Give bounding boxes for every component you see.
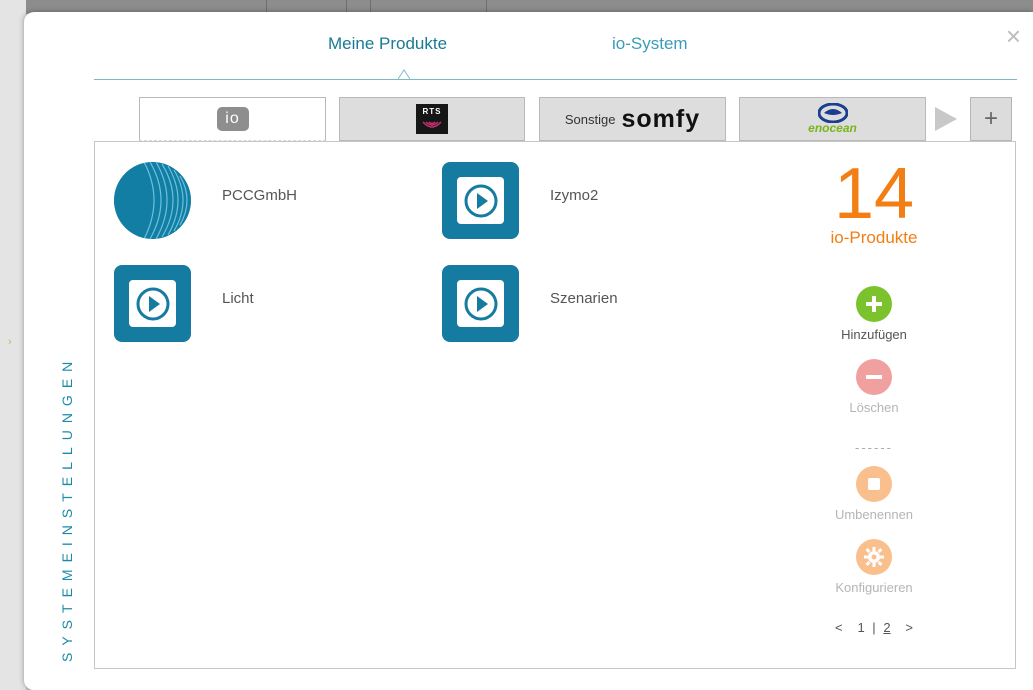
product-item-pccgmbh[interactable]: PCCGmbH (114, 162, 414, 239)
tab-io-system[interactable]: io-System (612, 34, 688, 54)
io-logo-icon: io (216, 107, 249, 131)
stop-circle-icon (856, 466, 892, 502)
product-label: Licht (222, 290, 254, 307)
actions-separator: ------ (855, 440, 893, 455)
round-logo-icon (114, 162, 191, 239)
tab-meine-produkte[interactable]: Meine Produkte (328, 34, 447, 54)
action-label: Umbenennen (834, 507, 914, 522)
action-label: Hinzufügen (841, 327, 907, 342)
pagination: < 1 | 2 > (819, 620, 929, 635)
enocean-logo-icon (817, 103, 848, 123)
add-product-button[interactable]: Hinzufügen (819, 286, 929, 342)
subtab-enocean[interactable]: enocean (739, 97, 926, 141)
minus-circle-icon (856, 359, 892, 395)
somfy-prefix: Sonstige (564, 111, 616, 127)
action-label: Konfigurieren (835, 580, 913, 595)
delete-product-button[interactable]: Löschen (819, 359, 929, 415)
product-label: PCCGmbH (222, 187, 298, 204)
plus-circle-icon (856, 286, 892, 322)
action-label: Löschen (849, 400, 899, 415)
page-divider: | (872, 620, 876, 635)
product-label: Izymo2 (550, 187, 599, 204)
rts-logo-icon: RTS (416, 104, 448, 134)
page-2-link[interactable]: 2 (881, 620, 892, 635)
tabs-underline (94, 79, 1017, 80)
main-tabs: Meine Produkte io-System (24, 34, 1033, 64)
rts-waves-icon (422, 121, 442, 128)
product-item-szenarien[interactable]: Szenarien (442, 265, 742, 342)
next-page-button[interactable]: > (903, 620, 915, 635)
product-label: Szenarien (550, 290, 618, 307)
settings-dialog: × SYSTEMEINSTELLUNGEN Meine Produkte io-… (24, 12, 1033, 690)
play-right-icon[interactable] (935, 107, 957, 131)
gear-circle-icon (856, 539, 892, 575)
section-title: SYSTEMEINSTELLUNGEN (59, 354, 75, 662)
add-tab-button[interactable]: + (970, 97, 1012, 141)
product-item-izymo2[interactable]: Izymo2 (442, 162, 742, 239)
product-count: 14 (833, 154, 915, 234)
page-1-link[interactable]: 1 (855, 620, 866, 635)
product-item-licht[interactable]: Licht (114, 265, 414, 342)
play-icon (442, 265, 519, 342)
prev-page-button[interactable]: < (833, 620, 845, 635)
somfy-logo-icon: somfy (621, 104, 701, 133)
side-marker-icon: › (8, 336, 12, 348)
background-left (0, 0, 26, 690)
enocean-label: enocean (808, 121, 857, 135)
subtab-io[interactable]: io (139, 97, 326, 141)
active-tab-caret-icon (398, 69, 410, 80)
rename-product-button[interactable]: Umbenennen (819, 466, 929, 522)
product-count-label: io-Produkte (830, 228, 918, 247)
play-icon (442, 162, 519, 239)
subtab-rts[interactable]: RTS (339, 97, 525, 141)
play-icon (114, 265, 191, 342)
subtab-somfy[interactable]: Sonstige somfy (539, 97, 726, 141)
configure-product-button[interactable]: Konfigurieren (819, 539, 929, 595)
